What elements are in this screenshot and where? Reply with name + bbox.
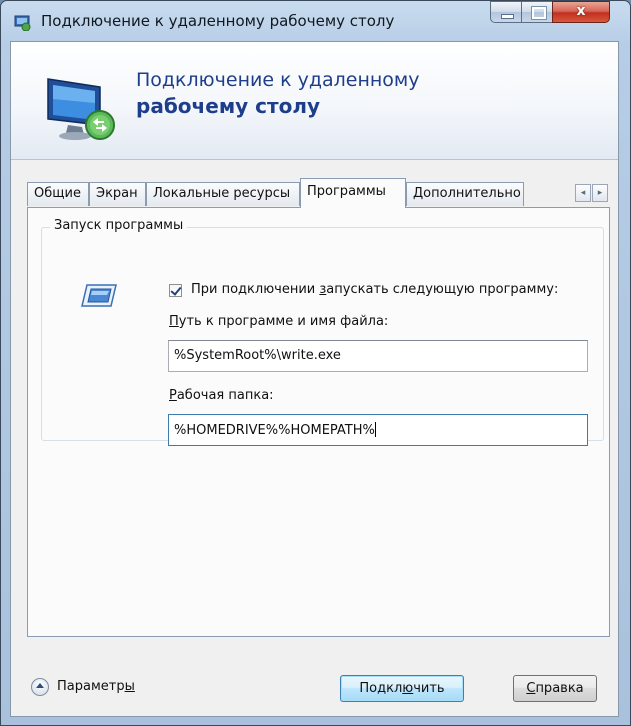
tab-programs[interactable]: Программы	[300, 178, 406, 208]
program-path-input[interactable]: %SystemRoot%\write.exe	[168, 340, 588, 372]
banner-title-line2: рабочему столу	[136, 94, 321, 118]
remote-desktop-monitor-icon	[47, 78, 115, 140]
tab-panel-programs: Запуск программы При подключении запуска…	[27, 207, 610, 637]
program-path-label: Путь к программе и имя файла:	[169, 314, 389, 329]
text-caret	[374, 422, 376, 437]
working-folder-label: Рабочая папка:	[169, 388, 274, 403]
start-program-group: Запуск программы При подключении запуска…	[41, 218, 604, 446]
close-button[interactable]: x	[552, 1, 610, 23]
options-label[interactable]: Параметры	[57, 679, 135, 694]
start-program-checkbox-label[interactable]: При подключении запускать следующую прог…	[191, 282, 558, 297]
dialog-client-area: Подключение к удаленному рабочему столу …	[10, 41, 619, 717]
header-banner: Подключение к удаленному рабочему столу	[11, 42, 618, 160]
tab-general[interactable]: Общие	[27, 182, 89, 206]
remote-desktop-small-icon	[14, 15, 31, 31]
minimize-button[interactable]	[490, 1, 522, 23]
tab-display[interactable]: Экран	[89, 182, 146, 206]
maximize-button[interactable]	[521, 1, 553, 23]
start-program-checkbox[interactable]	[169, 284, 182, 297]
tab-scroll-right-icon[interactable]: ▸	[592, 184, 608, 202]
group-legend: Запуск программы	[50, 218, 188, 233]
maximize-icon	[531, 6, 547, 20]
close-icon: x	[576, 3, 586, 19]
banner-title-line1: Подключение к удаленному	[136, 69, 420, 91]
rdp-window: Подключение к удаленному рабочему столу …	[0, 0, 631, 726]
tab-local-resources[interactable]: Локальные ресурсы	[146, 182, 300, 206]
collapse-options-icon[interactable]	[31, 678, 49, 696]
tab-scroll-left-icon[interactable]: ◂	[575, 184, 591, 202]
program-window-icon	[81, 284, 117, 307]
tab-strip: Общие Экран Локальные ресурсы Программы …	[27, 178, 613, 208]
connect-button[interactable]: Подключить	[340, 675, 464, 702]
tab-experience[interactable]: Дополнительно	[406, 182, 524, 206]
minimize-icon	[501, 14, 514, 19]
window-title: Подключение к удаленному рабочему столу	[41, 12, 395, 30]
working-folder-input[interactable]: %HOMEDRIVE%%HOMEPATH%	[168, 414, 588, 446]
title-bar[interactable]: Подключение к удаленному рабочему столу …	[1, 1, 630, 41]
help-button[interactable]: Справка	[513, 675, 597, 702]
